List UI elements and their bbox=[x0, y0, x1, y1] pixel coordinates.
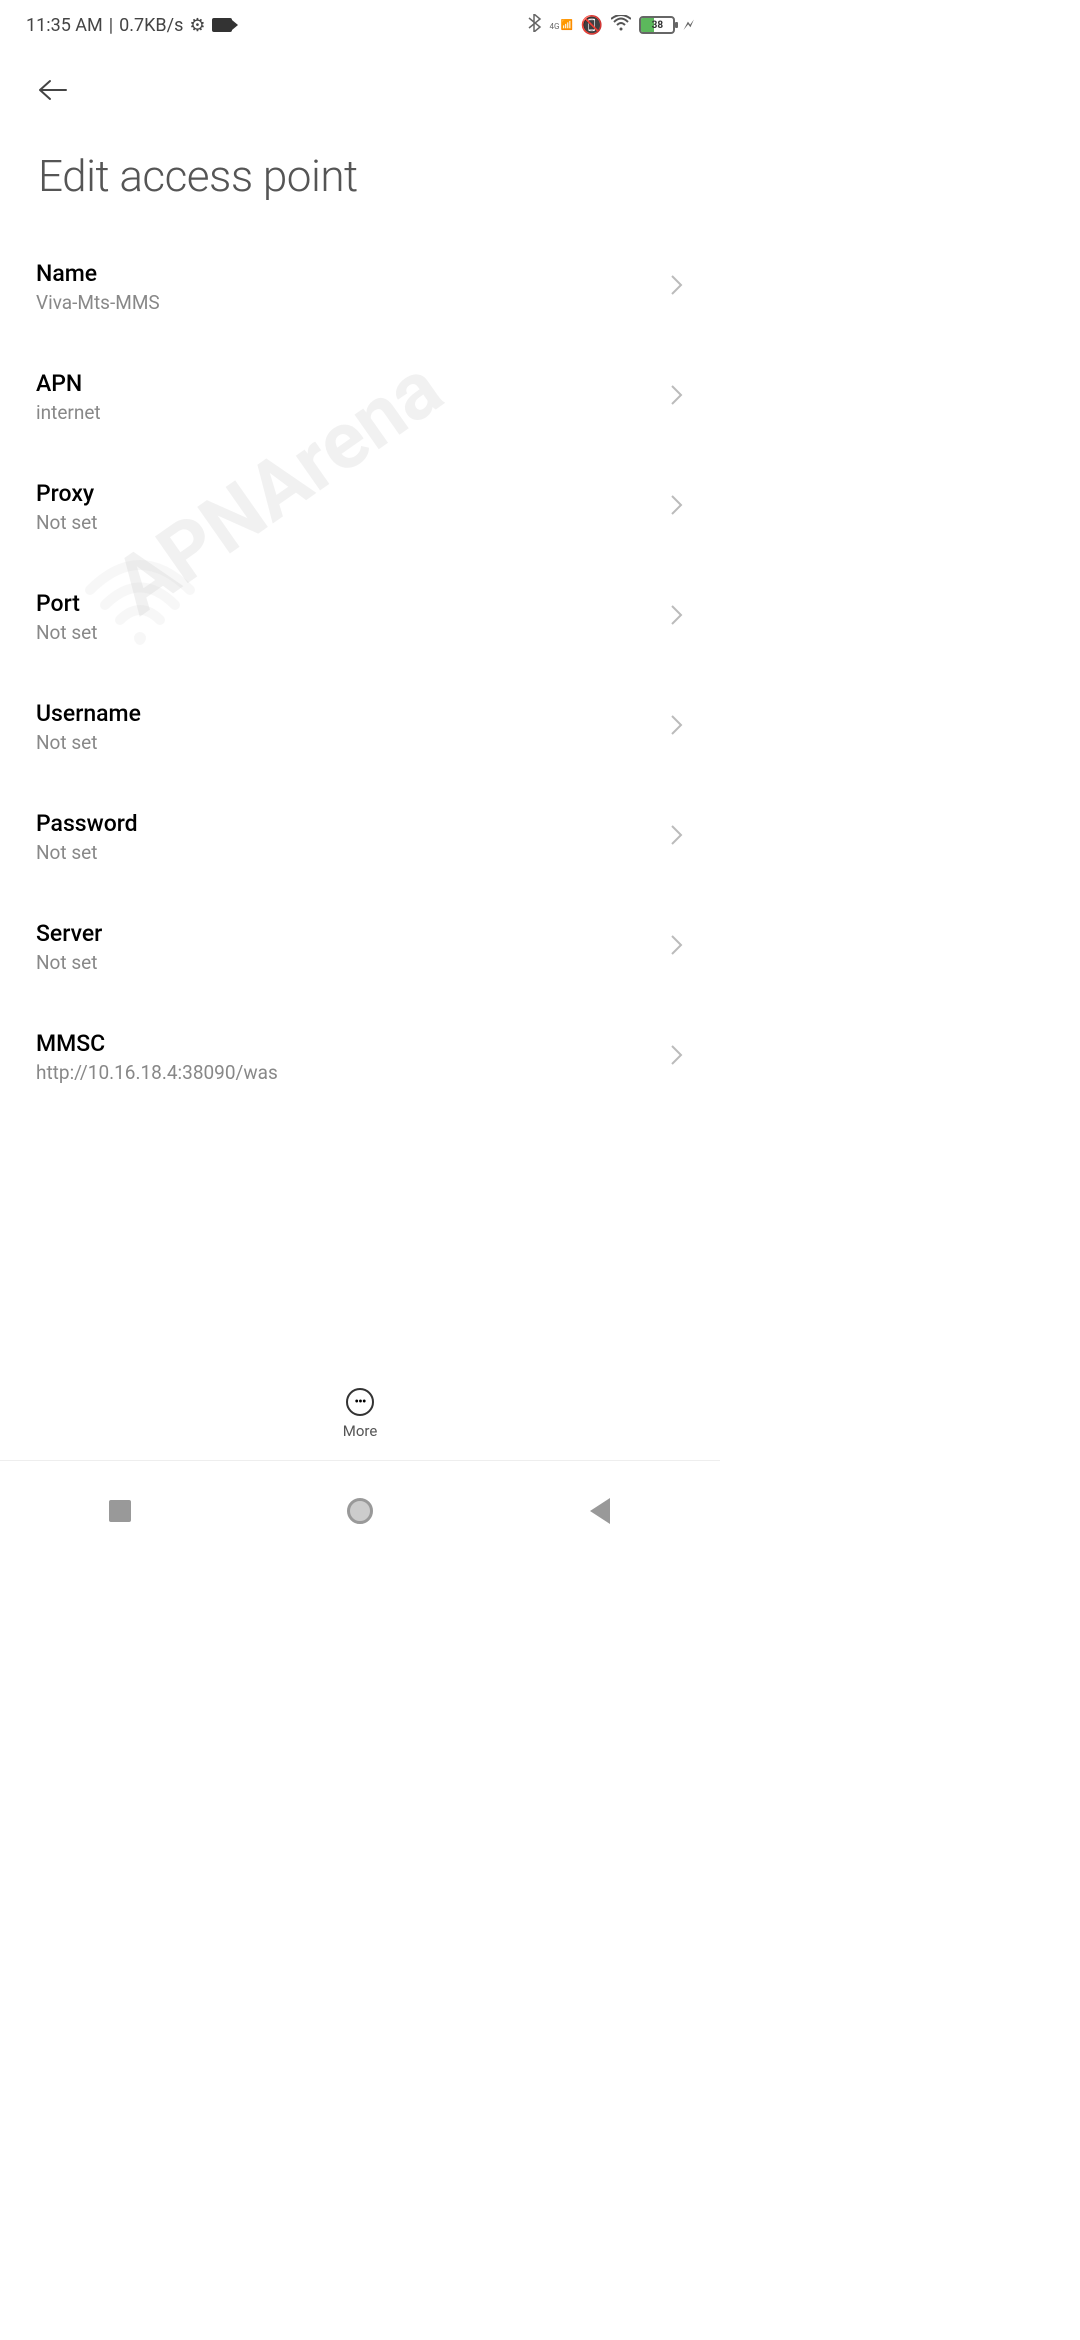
chevron-right-icon bbox=[670, 604, 684, 630]
setting-username[interactable]: Username Not set bbox=[36, 672, 684, 782]
nav-back-button[interactable] bbox=[540, 1486, 660, 1536]
setting-apn[interactable]: APN internet bbox=[36, 342, 684, 452]
bottom-toolbar: ••• More bbox=[0, 1378, 720, 1460]
setting-value: Not set bbox=[36, 621, 670, 644]
setting-port[interactable]: Port Not set bbox=[36, 562, 684, 672]
nav-recent-button[interactable] bbox=[60, 1486, 180, 1536]
charging-icon: 🗲 bbox=[683, 15, 694, 35]
more-icon: ••• bbox=[346, 1388, 374, 1416]
chevron-right-icon bbox=[670, 934, 684, 960]
signal-sim2-icon: 📵 bbox=[581, 15, 603, 36]
setting-label: Server bbox=[36, 920, 670, 947]
chevron-right-icon bbox=[670, 714, 684, 740]
setting-label: MMSC bbox=[36, 1030, 670, 1057]
setting-proxy[interactable]: Proxy Not set bbox=[36, 452, 684, 562]
setting-value: http://10.16.18.4:38090/was bbox=[36, 1061, 670, 1084]
chevron-right-icon bbox=[670, 494, 684, 520]
back-button[interactable] bbox=[38, 70, 78, 110]
battery-icon: 38 bbox=[639, 16, 675, 34]
setting-value: Not set bbox=[36, 841, 670, 864]
camera-icon bbox=[212, 18, 232, 32]
page-title: Edit access point bbox=[38, 150, 682, 202]
status-time: 11:35 AM bbox=[26, 15, 103, 36]
setting-mmsc[interactable]: MMSC http://10.16.18.4:38090/was bbox=[36, 1002, 684, 1102]
nav-home-button[interactable] bbox=[300, 1486, 420, 1536]
bluetooth-icon bbox=[528, 14, 542, 37]
chevron-right-icon bbox=[670, 824, 684, 850]
setting-value: Not set bbox=[36, 951, 670, 974]
settings-list: Name Viva-Mts-MMS APN internet Proxy Not… bbox=[0, 232, 720, 1102]
signal-sim1-icon: 4G📶 bbox=[550, 20, 573, 31]
setting-label: Proxy bbox=[36, 480, 670, 507]
chevron-right-icon bbox=[670, 274, 684, 300]
setting-label: Name bbox=[36, 260, 670, 287]
setting-label: Password bbox=[36, 810, 670, 837]
more-button[interactable]: ••• More bbox=[343, 1388, 378, 1440]
wifi-icon bbox=[611, 15, 631, 36]
settings-icon: ⚙ bbox=[189, 15, 205, 36]
setting-value: Not set bbox=[36, 731, 670, 754]
chevron-right-icon bbox=[670, 384, 684, 410]
status-bar: 11:35 AM | 0.7KB/s ⚙ 4G📶 📵 38 🗲 bbox=[0, 0, 720, 50]
setting-value: Viva-Mts-MMS bbox=[36, 291, 670, 314]
setting-value: Not set bbox=[36, 511, 670, 534]
more-label: More bbox=[343, 1422, 378, 1440]
status-data-rate: 0.7KB/s bbox=[119, 15, 183, 36]
setting-label: Port bbox=[36, 590, 670, 617]
setting-value: internet bbox=[36, 401, 670, 424]
setting-label: Username bbox=[36, 700, 670, 727]
setting-password[interactable]: Password Not set bbox=[36, 782, 684, 892]
setting-label: APN bbox=[36, 370, 670, 397]
chevron-right-icon bbox=[670, 1044, 684, 1070]
setting-name[interactable]: Name Viva-Mts-MMS bbox=[36, 232, 684, 342]
setting-server[interactable]: Server Not set bbox=[36, 892, 684, 1002]
system-nav-bar bbox=[0, 1460, 720, 1560]
